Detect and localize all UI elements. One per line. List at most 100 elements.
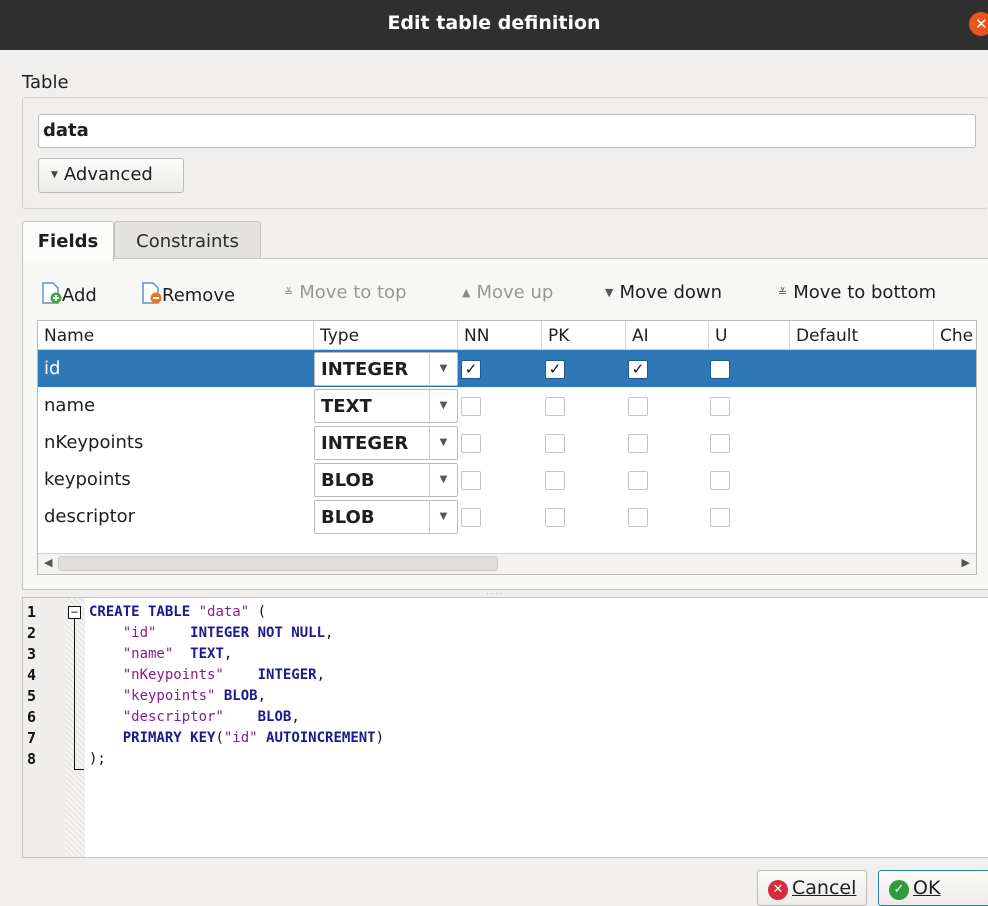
u-checkbox[interactable] [710,434,730,453]
field-type-value: BLOB [321,507,375,528]
remove-field-icon [140,282,162,309]
scrollbar-thumb[interactable] [58,556,498,571]
line-number: 1 [27,603,37,621]
dropdown-arrow-icon[interactable]: ▼ [429,390,457,422]
field-type-select[interactable]: TEXT ▼ [314,389,458,423]
scroll-left-icon[interactable]: ◀ [44,556,52,569]
move-down-label: Move down [619,282,723,303]
table-row[interactable]: descriptor BLOB ▼ [38,498,976,535]
pk-checkbox[interactable] [545,434,565,453]
nn-checkbox[interactable] [461,434,481,453]
u-checkbox[interactable] [710,360,730,379]
ai-checkbox[interactable]: ✓ [628,360,648,379]
u-checkbox[interactable] [710,471,730,490]
code-line: "nKeypoints" INTEGER, [89,667,325,683]
u-checkbox[interactable] [710,508,730,527]
line-number: 5 [27,687,37,705]
sql-keyword: INTEGER [257,667,317,683]
dropdown-arrow-icon[interactable]: ▼ [429,501,457,533]
nn-checkbox[interactable] [461,471,481,490]
remove-field-button[interactable]: Remove [140,282,235,306]
move-up-label: Move up [476,282,554,303]
title-bar: Edit table definition ✕ [0,0,988,50]
horizontal-scrollbar[interactable]: ◀ ▶ [38,553,976,574]
ai-checkbox[interactable] [628,397,648,416]
sql-text: , [316,667,326,683]
field-type-select[interactable]: BLOB ▼ [314,463,458,497]
table-row[interactable]: id INTEGER ▼ ✓ ✓ ✓ [38,350,976,387]
header-name[interactable]: Name [38,321,314,350]
header-type[interactable]: Type [314,321,458,350]
pk-checkbox[interactable]: ✓ [545,360,565,379]
field-name-cell[interactable]: keypoints [38,461,314,498]
table-name-input[interactable]: data [38,114,976,148]
line-number: 4 [27,666,37,684]
field-type-select[interactable]: INTEGER ▼ [314,426,458,460]
sql-text: , [291,709,300,725]
nn-checkbox[interactable] [461,397,481,416]
header-u[interactable]: U [709,321,790,350]
move-to-top-label: Move to top [299,282,407,303]
close-icon[interactable]: ✕ [969,12,988,36]
code-line: "descriptor" BLOB, [89,709,300,725]
dropdown-arrow-icon[interactable]: ▼ [429,353,457,385]
ai-checkbox[interactable] [628,508,648,527]
move-top-icon: ≚ [284,286,294,299]
dropdown-arrow-icon[interactable]: ▼ [429,464,457,496]
move-down-button[interactable]: ▼ Move down [605,282,722,306]
table-row[interactable]: nKeypoints INTEGER ▼ [38,424,976,461]
nn-checkbox[interactable]: ✓ [461,360,481,379]
pk-checkbox[interactable] [545,397,565,416]
sql-identifier: "name" [122,646,174,662]
sql-text: , [325,625,334,641]
field-name-cell[interactable]: name [38,387,314,424]
add-field-button[interactable]: Add [40,282,97,306]
move-up-button[interactable]: ▲ Move up [462,282,553,306]
line-number: 2 [27,624,37,642]
header-pk[interactable]: PK [542,321,626,350]
u-checkbox[interactable] [710,397,730,416]
table-label: Table [22,72,69,93]
header-ai[interactable]: AI [626,321,709,350]
ai-checkbox[interactable] [628,471,648,490]
fold-collapse-icon[interactable]: − [68,606,81,619]
field-name-cell[interactable]: nKeypoints [38,424,314,461]
dropdown-arrow-icon[interactable]: ▼ [429,427,457,459]
sql-identifier: "keypoints" [122,688,216,704]
field-type-select[interactable]: INTEGER ▼ [314,352,458,386]
move-down-icon: ▼ [605,286,614,299]
pk-checkbox[interactable] [545,471,565,490]
move-to-bottom-button[interactable]: ≚ Move to bottom [778,282,936,306]
tab-fields[interactable]: Fields [22,221,114,261]
ok-button[interactable]: ✓ OK [878,870,988,906]
header-default[interactable]: Default [790,321,934,350]
nn-checkbox[interactable] [461,508,481,527]
sql-text: , [257,688,267,704]
cancel-button[interactable]: ✕ Cancel [757,870,867,906]
sql-keyword: INTEGER NOT NULL [190,625,326,641]
fields-table[interactable]: Name Type NN PK AI U Default Che id INTEG… [37,320,977,575]
move-to-top-button[interactable]: ≚ Move to top [284,282,407,306]
header-nn[interactable]: NN [458,321,542,350]
tab-constraints[interactable]: Constraints [114,221,261,259]
code-line: "keypoints" BLOB, [89,688,266,704]
sql-editor[interactable]: − 1 2 3 4 5 6 7 8 CREATE TABLE "data" ( "id" INT… [22,597,988,858]
table-row[interactable]: keypoints BLOB ▼ [38,461,976,498]
field-name-cell[interactable]: descriptor [38,498,314,535]
table-row[interactable]: name TEXT ▼ [38,387,976,424]
move-bottom-icon: ≚ [778,286,788,299]
header-check[interactable]: Che [934,321,976,350]
scroll-right-icon[interactable]: ▶ [962,556,970,569]
ai-checkbox[interactable] [628,434,648,453]
field-type-select[interactable]: BLOB ▼ [314,500,458,534]
sql-keyword: BLOB [223,688,258,704]
pk-checkbox[interactable] [545,508,565,527]
field-name-cell[interactable]: id [38,350,314,387]
advanced-button[interactable]: ▼ Advanced [38,158,184,193]
